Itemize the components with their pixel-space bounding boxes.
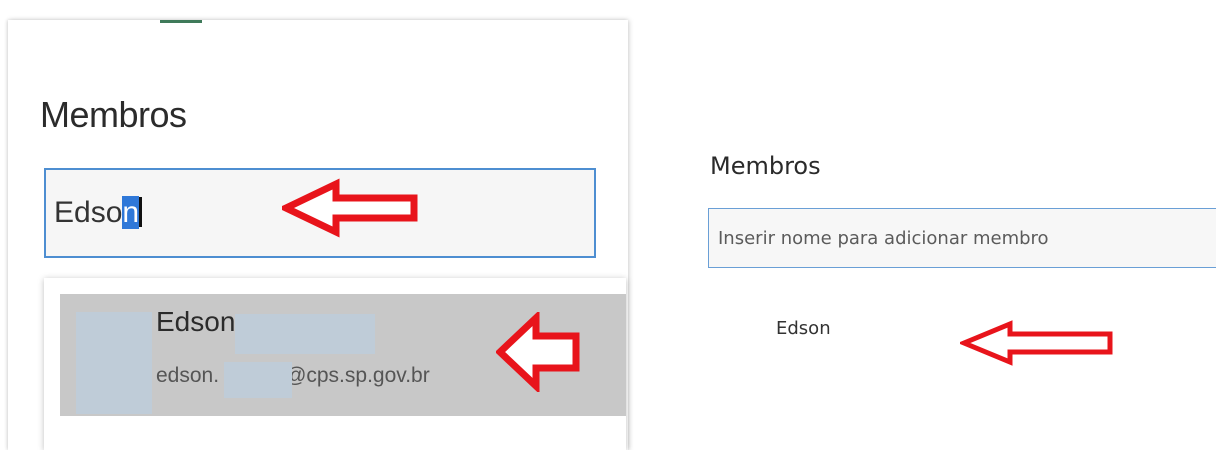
add-member-input[interactable] bbox=[708, 208, 1216, 268]
annotation-arrow-suggestion-icon bbox=[496, 312, 580, 392]
redacted-surname bbox=[235, 314, 375, 354]
annotation-arrow-left-icon bbox=[282, 178, 418, 238]
email-prefix: edson. bbox=[156, 364, 220, 387]
member-list-item: Edson bbox=[776, 318, 831, 339]
selected-text: n bbox=[122, 196, 140, 229]
suggestion-name: Edson bbox=[156, 306, 235, 338]
screenshot-composite: Membros Edson Edson edson. @cps.sp.gov.br… bbox=[0, 0, 1216, 450]
panel-accent-bar bbox=[160, 20, 202, 23]
member-search-value: Edson bbox=[54, 196, 143, 230]
members-title: Membros bbox=[40, 94, 187, 135]
redacted-email-part bbox=[224, 362, 292, 398]
text-caret bbox=[139, 197, 143, 227]
email-domain: @cps.sp.gov.br bbox=[285, 364, 430, 387]
annotation-arrow-member-icon bbox=[960, 320, 1113, 366]
typed-text: Edso bbox=[54, 196, 123, 229]
member-name: Edson bbox=[776, 318, 831, 339]
avatar bbox=[76, 312, 152, 414]
members-title-right: Membros bbox=[710, 152, 821, 180]
suggestion-email: edson. @cps.sp.gov.br bbox=[156, 364, 430, 388]
suggestion-name-text: Edson bbox=[156, 306, 236, 337]
